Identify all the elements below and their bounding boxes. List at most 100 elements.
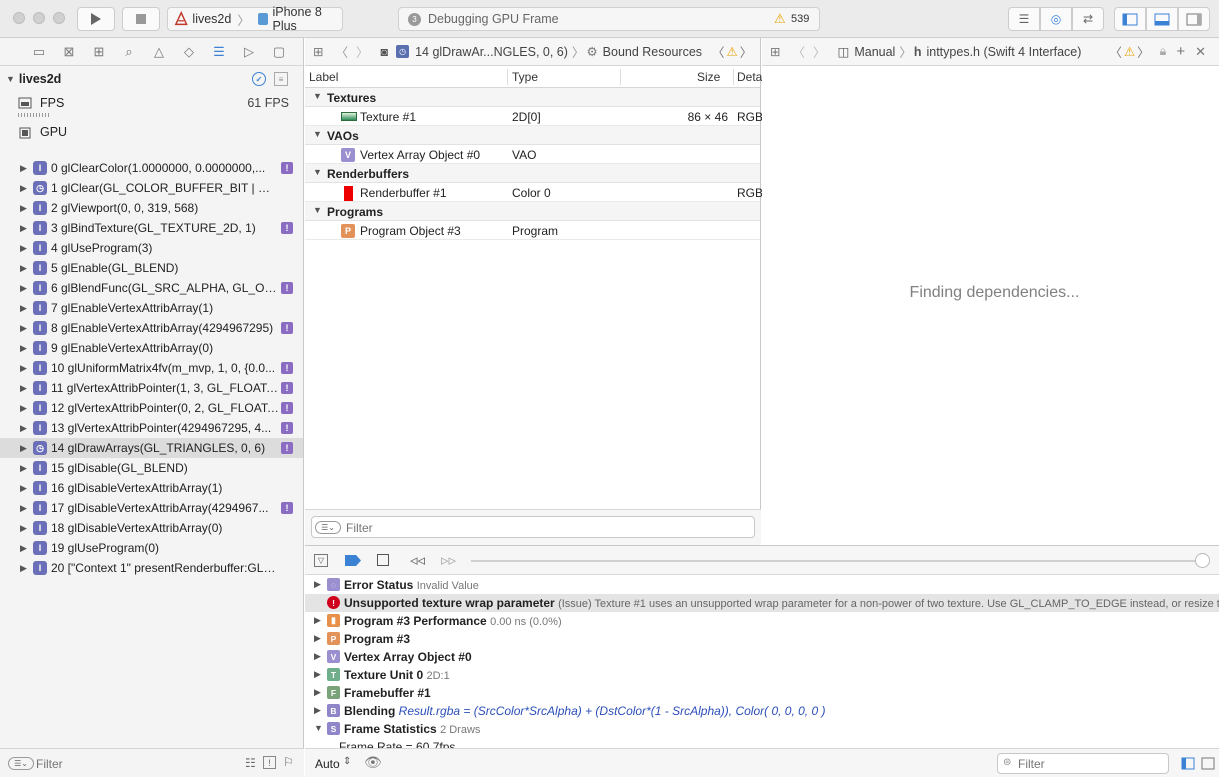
minimize-window-button[interactable] xyxy=(33,12,45,24)
gl-call-row[interactable]: ▶ I 15 glDisable(GL_BLEND) xyxy=(0,458,303,478)
list-view-icon[interactable]: ≡ xyxy=(274,72,288,86)
disclosure-triangle-icon[interactable]: ▼ xyxy=(313,167,322,177)
size-column-header[interactable]: Size xyxy=(697,70,720,84)
debug-variable-row[interactable]: ▶ ◌ Error Status Invalid Value xyxy=(305,576,1219,594)
lock-icon[interactable]: 🔒︎ xyxy=(1160,44,1167,59)
issue-badge-icon[interactable]: ! xyxy=(281,422,293,434)
disclosure-triangle-icon[interactable]: ▶ xyxy=(20,163,27,174)
gl-call-row[interactable]: ▶ ◷ 14 glDrawArrays(GL_TRIANGLES, 0, 6)! xyxy=(0,438,303,458)
issue-badge-icon[interactable]: ! xyxy=(281,362,293,374)
gl-call-row[interactable]: ▶ I 20 ["Context 1" presentRenderbuffer:GL… xyxy=(0,558,303,578)
disclosure-triangle-icon[interactable]: ▶ xyxy=(20,323,27,334)
jump-bar-call[interactable]: 14 glDrawAr...NGLES, 0, 6) xyxy=(415,45,568,59)
disclosure-triangle-icon[interactable]: ▶ xyxy=(20,263,27,274)
gl-call-row[interactable]: ▶ I 3 glBindTexture(GL_TEXTURE_2D, 1)! xyxy=(0,218,303,238)
resource-section-header[interactable]: ▼ VAOs xyxy=(305,126,760,145)
debug-navigator-tab[interactable]: ☰ xyxy=(204,38,234,66)
resource-row[interactable]: Texture #1 2D[0] 86 × 46 RGB xyxy=(305,107,763,126)
disclosure-triangle-icon[interactable]: ▶ xyxy=(20,423,27,434)
issue-badge-icon[interactable]: ! xyxy=(281,162,293,174)
debug-variable-row[interactable]: ▶ P Program #3 xyxy=(305,630,1219,648)
editor-filter-field[interactable]: ☰⌄ xyxy=(311,516,755,538)
editor-filter-input[interactable] xyxy=(346,520,726,535)
type-column-header[interactable]: Type xyxy=(512,70,538,84)
add-assistant-icon[interactable]: + xyxy=(1176,43,1185,60)
disclosure-triangle-icon[interactable]: ▶ xyxy=(20,303,27,314)
disclosure-triangle-icon[interactable]: ▶ xyxy=(20,463,27,474)
previous-issue-icon[interactable]: 〈 xyxy=(712,42,725,61)
debug-filter-field[interactable]: ⊜ xyxy=(997,753,1169,774)
filter-menu-icon[interactable]: ☰⌄ xyxy=(8,757,34,770)
report-navigator-tab[interactable]: ▢ xyxy=(264,38,294,66)
standard-editor-button[interactable]: ☰ xyxy=(1008,7,1040,31)
hide-debug-area-icon[interactable]: ▽ xyxy=(314,554,328,567)
flag-icon[interactable]: ⚐ xyxy=(283,755,294,769)
forward-arrow-icon[interactable]: 〉 xyxy=(813,42,826,61)
breakpoint-navigator-tab[interactable]: ▷ xyxy=(234,38,264,66)
forward-arrow-icon[interactable]: 〉 xyxy=(356,42,369,61)
disclosure-triangle-icon[interactable]: ▶ xyxy=(314,615,321,626)
next-issue-icon[interactable]: 〉 xyxy=(740,42,753,61)
disclosure-triangle-icon[interactable]: ▶ xyxy=(20,563,27,574)
gl-call-row[interactable]: ▶ I 17 glDisableVertexAttribArray(4294967.… xyxy=(0,498,303,518)
gl-call-row[interactable]: ▶ I 12 glVertexAttribPointer(0, 2, GL_FLOA… xyxy=(0,398,303,418)
frame-scrubber-knob[interactable] xyxy=(1195,553,1210,568)
gl-call-row[interactable]: ▶ I 19 glUseProgram(0) xyxy=(0,538,303,558)
next-issue-icon[interactable]: 〉 xyxy=(1137,42,1150,61)
resource-section-header[interactable]: ▼ Renderbuffers xyxy=(305,164,760,183)
debug-variable-row[interactable]: ▶ F Framebuffer #1 xyxy=(305,684,1219,702)
gauge-icon[interactable]: ✓ xyxy=(252,72,266,86)
toggle-navigator-button[interactable] xyxy=(1114,7,1146,31)
debug-filter-input[interactable] xyxy=(1018,756,1158,771)
resource-row[interactable]: P Program Object #3 Program xyxy=(305,221,760,240)
gl-call-row[interactable]: ▶ I 16 glDisableVertexAttribArray(1) xyxy=(0,478,303,498)
gl-call-row[interactable]: ▶ I 7 glEnableVertexAttribArray(1) xyxy=(0,298,303,318)
disclosure-triangle-icon[interactable]: ▶ xyxy=(20,343,27,354)
process-row[interactable]: ▼ lives2d ✓ ≡ xyxy=(0,66,303,92)
disclosure-triangle-icon[interactable]: ▼ xyxy=(313,91,322,101)
project-navigator-tab[interactable]: ▭ xyxy=(24,38,54,66)
debug-variable-row[interactable]: ▶ V Vertex Array Object #0 xyxy=(305,648,1219,666)
find-navigator-tab[interactable]: ⌕ xyxy=(114,38,144,66)
disclosure-triangle-icon[interactable]: ▶ xyxy=(20,243,27,254)
gl-call-row[interactable]: ▶ I 8 glEnableVertexAttribArray(4294967295… xyxy=(0,318,303,338)
gl-call-row[interactable]: ▶ I 6 glBlendFunc(GL_SRC_ALPHA, GL_ONE_...… xyxy=(0,278,303,298)
run-button[interactable] xyxy=(77,7,115,31)
back-arrow-icon[interactable]: 〈 xyxy=(792,42,805,61)
disclosure-triangle-icon[interactable]: ▶ xyxy=(20,503,27,514)
gl-call-row[interactable]: ▶ I 9 glEnableVertexAttribArray(0) xyxy=(0,338,303,358)
gl-call-row[interactable]: ▶ I 10 glUniformMatrix4fv(m_mvp, 1, 0, {0.… xyxy=(0,358,303,378)
label-column-header[interactable]: Label xyxy=(309,70,338,84)
previous-issue-icon[interactable]: 〈 xyxy=(1109,42,1122,61)
disclosure-triangle-icon[interactable]: ▼ xyxy=(314,723,323,733)
gl-call-row[interactable]: ▶ I 11 glVertexAttribPointer(1, 3, GL_FLOA… xyxy=(0,378,303,398)
version-editor-button[interactable]: ⇄ xyxy=(1072,7,1104,31)
toggle-inspector-button[interactable] xyxy=(1178,7,1210,31)
assistant-file[interactable]: inttypes.h (Swift 4 Interface) xyxy=(926,45,1081,59)
issue-badge-icon[interactable]: ! xyxy=(281,322,293,334)
assistant-editor-button[interactable]: ◎ xyxy=(1040,7,1072,31)
symbol-navigator-tab[interactable]: ⊞ xyxy=(84,38,114,66)
close-assistant-icon[interactable]: ✕ xyxy=(1195,44,1206,60)
issue-badge-icon[interactable]: ! xyxy=(281,282,293,294)
issue-badge-icon[interactable]: ! xyxy=(281,382,293,394)
issue-filter-icon[interactable]: ! xyxy=(263,756,276,769)
disclosure-triangle-icon[interactable]: ▶ xyxy=(314,687,321,698)
gl-call-row[interactable]: ▶ I 0 glClearColor(1.0000000, 0.0000000,..… xyxy=(0,158,303,178)
details-column-header[interactable]: Deta xyxy=(737,70,762,84)
disclosure-triangle-icon[interactable]: ▶ xyxy=(20,523,27,534)
resource-row[interactable]: V Vertex Array Object #0 VAO xyxy=(305,145,760,164)
issue-badge-icon[interactable]: ! xyxy=(281,222,293,234)
eye-icon[interactable]: 👁︎ xyxy=(364,754,382,771)
disclosure-triangle-icon[interactable]: ▼ xyxy=(313,205,322,215)
forward-icon[interactable]: ▹▹ xyxy=(441,551,456,569)
issue-warning-icon[interactable]: ⚠ xyxy=(727,44,738,59)
disclosure-triangle-icon[interactable]: ▶ xyxy=(20,223,27,234)
disclosure-triangle-icon[interactable]: ▼ xyxy=(313,129,322,139)
issue-navigator-tab[interactable]: △ xyxy=(144,38,174,66)
issue-badge-icon[interactable]: ! xyxy=(281,402,293,414)
related-items-icon[interactable]: ⊞ xyxy=(313,44,323,59)
debug-variable-row[interactable]: ▶ T Texture Unit 0 2D:1 xyxy=(305,666,1219,684)
rewind-icon[interactable]: ◃◃ xyxy=(410,551,425,569)
related-items-icon[interactable]: ⊞ xyxy=(770,44,780,59)
